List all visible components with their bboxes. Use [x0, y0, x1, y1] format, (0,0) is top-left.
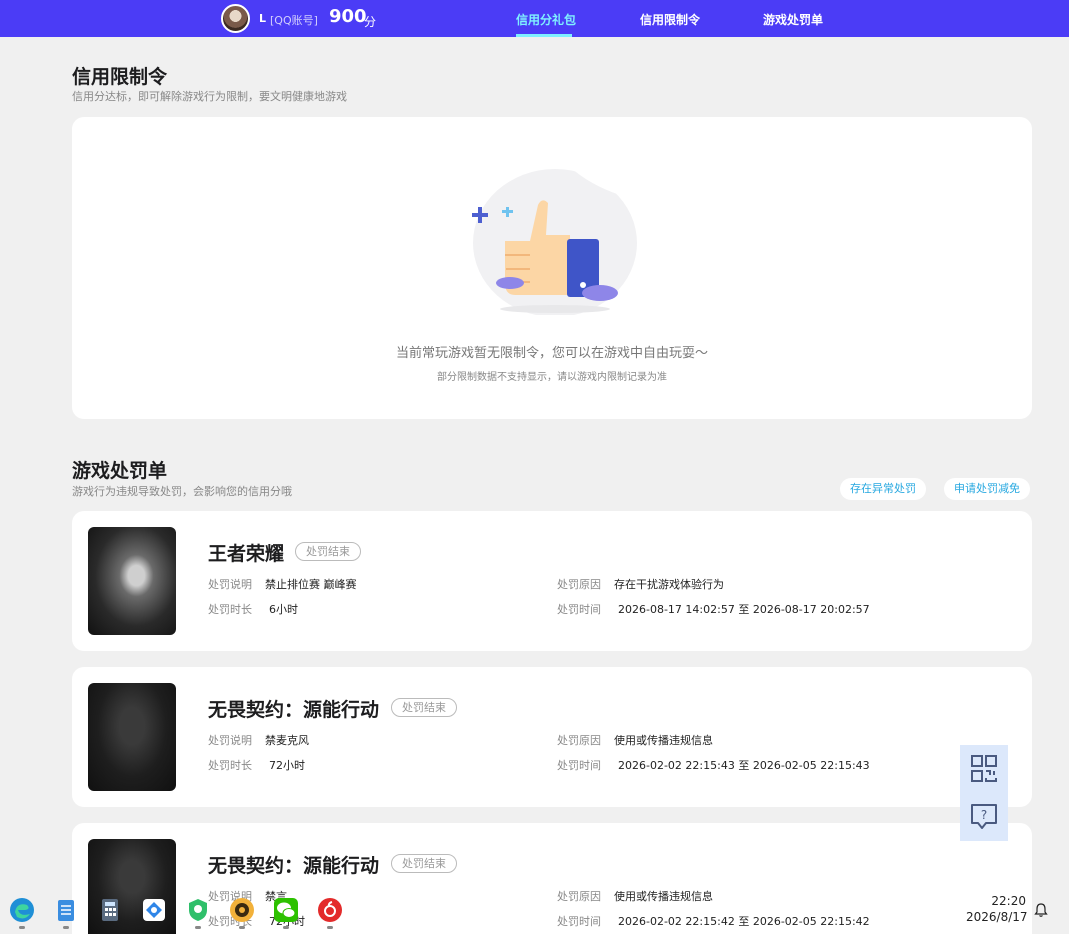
top-nav-bar: L [QQ账号] 900 分 信用分礼包 信用限制令 游戏处罚单 — [0, 0, 1069, 37]
taskbar-clock-date[interactable]: 2026/8/17 — [966, 910, 1028, 924]
avatar[interactable] — [221, 4, 250, 33]
status-badge: 处罚结束 — [295, 542, 361, 561]
time-value: 2026-02-02 22:15:42 至 2026-02-05 22:15:4… — [618, 915, 870, 928]
penalty-card[interactable]: 王者荣耀 处罚结束 处罚说明 禁止排位赛 巅峰赛 处罚时长 6小时 处罚原因 存… — [72, 511, 1032, 651]
penalty-subtitle: 游戏行为违规导致处罚，会影响您的信用分哦 — [72, 485, 292, 498]
help-chat-icon: ? — [971, 804, 997, 829]
duration-label: 处罚时长 — [208, 603, 252, 616]
desc-label: 处罚说明 — [208, 734, 252, 747]
game-name: 无畏契约：源能行动 — [208, 855, 380, 877]
wechat-icon[interactable] — [273, 897, 299, 923]
apply-reduction-button[interactable]: 申请处罚减免 — [944, 478, 1030, 500]
empty-note: 部分限制数据不支持显示，请以游戏内限制记录为准 — [437, 372, 667, 383]
credit-score-unit: 分 — [364, 15, 377, 29]
game-cover-image — [88, 683, 176, 791]
running-indicator — [327, 926, 333, 929]
reason-value: 存在干扰游戏体验行为 — [614, 578, 724, 591]
time-value: 2026-02-02 22:15:43 至 2026-02-05 22:15:4… — [618, 759, 870, 772]
reason-label: 处罚原因 — [557, 734, 601, 747]
running-indicator — [195, 926, 201, 929]
thumbs-up-illustration — [472, 167, 637, 315]
desc-label: 处罚说明 — [208, 578, 252, 591]
desc-value: 禁止排位赛 巅峰赛 — [265, 578, 357, 591]
running-indicator — [63, 926, 69, 929]
edge-browser-icon[interactable] — [9, 897, 35, 923]
notepad-icon[interactable] — [53, 897, 79, 923]
calculator-icon[interactable] — [97, 897, 123, 923]
tab-game-penalty[interactable]: 游戏处罚单 — [763, 11, 823, 28]
reason-label: 处罚原因 — [557, 578, 601, 591]
running-indicator — [19, 926, 25, 929]
empty-message: 当前常玩游戏暂无限制令，您可以在游戏中自由玩耍～ — [395, 346, 708, 361]
penalty-card[interactable]: 无畏契约：源能行动 处罚结束 处罚说明 禁言 处罚时长 72小时 处罚原因 使用… — [72, 823, 1032, 934]
game-app-icon[interactable] — [229, 897, 255, 923]
game-cover-image — [88, 527, 176, 635]
duration-value: 6小时 — [269, 603, 298, 616]
time-label: 处罚时间 — [557, 915, 601, 928]
running-indicator — [283, 926, 289, 929]
reason-value: 使用或传播违规信息 — [614, 890, 713, 903]
taskbar-clock-time[interactable]: 22:20 — [966, 894, 1026, 908]
running-indicator — [239, 926, 245, 929]
game-name: 王者荣耀 — [208, 543, 285, 565]
abnormal-penalty-button[interactable]: 存在异常处罚 — [840, 478, 926, 500]
duration-value: 72小时 — [269, 759, 305, 772]
restriction-subtitle: 信用分达标，即可解除游戏行为限制，要文明健康地游戏 — [72, 90, 347, 103]
qr-code-button[interactable] — [960, 745, 1008, 793]
netease-music-icon[interactable] — [317, 897, 343, 923]
security-shield-icon[interactable] — [185, 897, 211, 923]
tab-credit-gift[interactable]: 信用分礼包 — [516, 11, 576, 28]
user-name: L — [259, 12, 267, 25]
time-value: 2026-08-17 14:02:57 至 2026-08-17 20:02:5… — [618, 603, 870, 616]
status-badge: 处罚结束 — [391, 854, 457, 873]
desc-value: 禁麦克风 — [265, 734, 309, 747]
game-name: 无畏契约：源能行动 — [208, 699, 380, 721]
feedback-button[interactable]: ? — [960, 793, 1008, 841]
penalty-title: 游戏处罚单 — [72, 460, 168, 482]
qr-code-icon — [971, 755, 997, 782]
notification-bell-icon[interactable] — [1033, 902, 1049, 918]
credit-score: 900 — [329, 6, 367, 27]
status-badge: 处罚结束 — [391, 698, 457, 717]
account-type: [QQ账号] — [270, 14, 318, 27]
time-label: 处罚时间 — [557, 603, 601, 616]
duration-label: 处罚时长 — [208, 759, 252, 772]
svg-text:?: ? — [981, 808, 987, 822]
penalty-card[interactable]: 无畏契约：源能行动 处罚结束 处罚说明 禁麦克风 处罚时长 72小时 处罚原因 … — [72, 667, 1032, 807]
reason-value: 使用或传播违规信息 — [614, 734, 713, 747]
restriction-card: 当前常玩游戏暂无限制令，您可以在游戏中自由玩耍～ 部分限制数据不支持显示，请以游… — [72, 117, 1032, 419]
reason-label: 处罚原因 — [557, 890, 601, 903]
tab-credit-restriction[interactable]: 信用限制令 — [640, 11, 700, 28]
restriction-title: 信用限制令 — [72, 66, 168, 88]
time-label: 处罚时间 — [557, 759, 601, 772]
active-tab-indicator — [516, 34, 572, 37]
app-launcher-icon[interactable] — [141, 897, 167, 923]
